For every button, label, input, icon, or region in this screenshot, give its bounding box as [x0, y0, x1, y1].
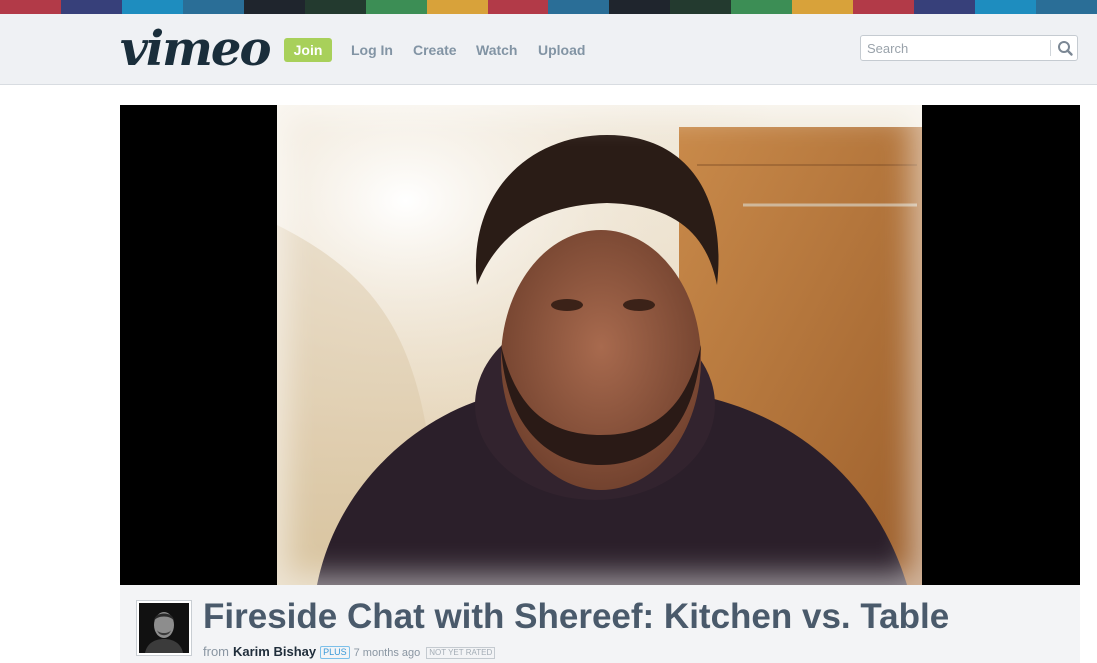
stripe-segment	[426, 0, 488, 14]
stripe-segment	[0, 0, 61, 14]
upload-age: 7 months ago	[353, 647, 421, 659]
search-divider	[1050, 40, 1051, 56]
create-link[interactable]: Create	[413, 38, 457, 62]
rating-badge[interactable]: NOT YET RATED	[426, 647, 496, 659]
stripe-segment	[731, 0, 793, 14]
video-title: Fireside Chat with Shereef: Kitchen vs. …	[203, 597, 950, 636]
watch-link[interactable]: Watch	[476, 38, 517, 62]
author-link[interactable]: Karim Bishay	[233, 644, 316, 659]
search-input[interactable]	[861, 36, 1049, 60]
stripe-segment	[182, 0, 244, 14]
stripe-segment	[792, 0, 854, 14]
avatar[interactable]	[136, 600, 192, 656]
plus-badge[interactable]: PLUS	[320, 646, 350, 659]
search-box	[860, 35, 1078, 61]
search-icon	[1058, 41, 1073, 56]
login-link[interactable]: Log In	[351, 38, 393, 62]
avatar-image	[139, 603, 189, 653]
video-player[interactable]	[120, 105, 1080, 585]
from-label: from	[203, 644, 229, 659]
stripe-segment	[548, 0, 610, 14]
stripe-segment	[487, 0, 549, 14]
stripe-segment	[914, 0, 975, 14]
vimeo-logo[interactable]: vimeo	[120, 25, 271, 74]
join-button[interactable]: Join	[284, 38, 332, 62]
stripe-segment	[975, 0, 1036, 14]
stripe-segment	[670, 0, 732, 14]
stripe-segment	[243, 0, 305, 14]
stripe-segment	[121, 0, 183, 14]
video-frame[interactable]	[277, 105, 922, 585]
stripe-segment	[365, 0, 427, 14]
color-stripe	[0, 0, 1097, 14]
stripe-segment	[60, 0, 122, 14]
stripe-segment	[609, 0, 671, 14]
site-header: vimeo Join Log In Create Watch Upload	[0, 14, 1097, 85]
video-info-bar: Fireside Chat with Shereef: Kitchen vs. …	[120, 585, 1080, 663]
video-still	[277, 105, 922, 585]
stripe-segment	[853, 0, 915, 14]
stripe-segment	[304, 0, 366, 14]
upload-link[interactable]: Upload	[538, 38, 585, 62]
search-button[interactable]	[1052, 36, 1078, 60]
byline: from Karim Bishay PLUS 7 months ago NOT YET …	[203, 643, 496, 661]
stripe-segment	[1035, 0, 1097, 14]
